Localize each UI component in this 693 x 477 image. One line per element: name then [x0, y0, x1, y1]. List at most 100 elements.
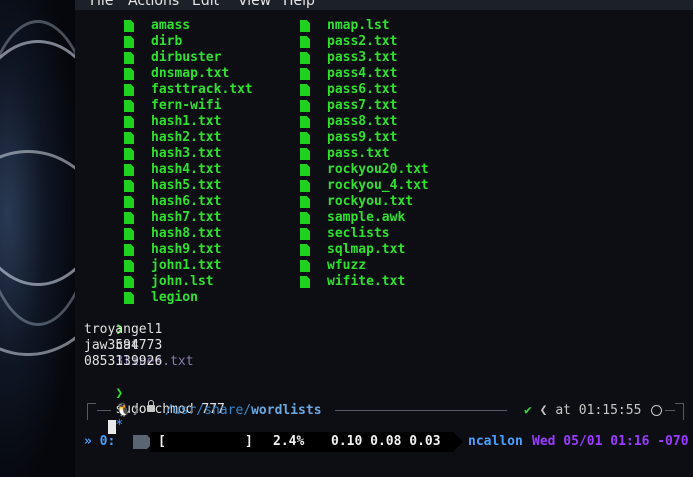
tux-icon: 🐧 — [115, 403, 132, 418]
file-icon — [300, 52, 310, 64]
menu-actions[interactable]: Actions — [128, 0, 179, 10]
prompt-rule — [335, 410, 507, 411]
file-name[interactable]: hash8.txt — [151, 226, 221, 242]
file-icon — [300, 100, 310, 112]
menu-view[interactable]: View — [238, 0, 271, 10]
command-line-1: ❯ cat 3lines.txt — [84, 306, 193, 369]
at-label: at — [555, 403, 579, 418]
file-icon — [124, 228, 134, 240]
cpu-bar-close: ] — [245, 434, 253, 449]
cpu-percent: 2.4% — [273, 434, 305, 449]
file-icon — [124, 36, 134, 48]
file-name[interactable]: amass — [151, 18, 190, 34]
file-icon — [300, 20, 310, 32]
output-line: troyangel1 — [84, 322, 163, 337]
datetime: Wed 05/01 01:16 -070 — [532, 434, 689, 449]
file-icon — [300, 228, 310, 240]
username: ncallon — [468, 434, 523, 449]
output-line: 0853139926 — [84, 354, 163, 369]
file-icon — [124, 164, 134, 176]
file-name[interactable]: pass.txt — [327, 146, 390, 162]
file-icon — [124, 100, 134, 112]
file-name[interactable]: dirb — [151, 34, 182, 50]
file-name[interactable]: pass4.txt — [327, 66, 397, 82]
file-icon — [124, 196, 134, 208]
file-icon — [124, 116, 134, 128]
file-icon — [300, 36, 310, 48]
menu-bar: File Actions Edit View Help — [75, 0, 693, 10]
chevron-left-icon: ❮ — [539, 403, 556, 418]
file-name[interactable]: dnsmap.txt — [151, 66, 229, 82]
status-ok-icon: ✔ — [524, 403, 540, 418]
file-icon — [300, 276, 310, 288]
file-name[interactable]: hash6.txt — [151, 194, 221, 210]
cpu-bar-open: [ — [158, 434, 166, 449]
menu-edit[interactable]: Edit — [192, 0, 219, 10]
file-icon — [124, 180, 134, 192]
file-icon — [300, 68, 310, 80]
system-stats: [ ] 2.4% 0.10 0.08 0.03 — [150, 432, 463, 452]
powerline-prompt: 🐧 ❯ /usr/share/wordlists ✔ ❮ at 01:15:55 — [75, 400, 693, 422]
tmux-window-index[interactable]: » 0: — [84, 432, 115, 452]
prompt-frame-right — [675, 403, 684, 420]
file-name[interactable]: legion — [151, 290, 198, 306]
desktop-wallpaper — [0, 0, 75, 477]
file-icon — [124, 212, 134, 224]
file-name[interactable]: sample.awk — [327, 210, 405, 226]
menu-help[interactable]: Help — [283, 0, 315, 10]
prompt-rule — [97, 410, 111, 411]
prompt-time: 01:15:55 — [578, 403, 642, 418]
current-path: /usr/share/wordlists — [165, 400, 322, 422]
prompt-frame-left — [87, 403, 96, 420]
file-name[interactable]: rockyou20.txt — [327, 162, 429, 178]
menu-file[interactable]: File — [90, 0, 113, 10]
prompt-rule — [665, 410, 675, 411]
file-icon — [124, 20, 134, 32]
file-name[interactable]: nmap.lst — [327, 18, 390, 34]
file-icon — [124, 260, 134, 272]
file-name[interactable]: fasttrack.txt — [151, 82, 253, 98]
file-name[interactable]: sqlmap.txt — [327, 242, 405, 258]
file-name[interactable]: pass2.txt — [327, 34, 397, 50]
file-icon — [300, 164, 310, 176]
file-icon — [124, 244, 134, 256]
file-icon — [124, 276, 134, 288]
file-name[interactable]: pass7.txt — [327, 98, 397, 114]
file-icon — [300, 244, 310, 256]
file-name[interactable]: fern-wifi — [151, 98, 221, 114]
file-name[interactable]: pass8.txt — [327, 114, 397, 130]
file-icon — [300, 260, 310, 272]
file-icon — [124, 292, 134, 304]
path-prefix: /usr/share/ — [165, 403, 252, 418]
file-name[interactable]: hash3.txt — [151, 146, 221, 162]
file-name[interactable]: hash1.txt — [151, 114, 221, 130]
command-line-2: ❯ sudo chmod 777 * — [84, 370, 233, 433]
file-name[interactable]: hash4.txt — [151, 162, 221, 178]
file-icon — [300, 196, 310, 208]
file-icon — [300, 180, 310, 192]
file-name[interactable]: wifite.txt — [327, 274, 405, 290]
file-icon — [124, 52, 134, 64]
file-icon — [300, 116, 310, 128]
file-name[interactable]: dirbuster — [151, 50, 221, 66]
file-icon — [124, 132, 134, 144]
output-line: jaw3594773 — [84, 338, 163, 353]
file-name[interactable]: hash5.txt — [151, 178, 221, 194]
file-name[interactable]: john1.txt — [151, 258, 221, 274]
file-name[interactable]: rockyou_4.txt — [327, 178, 429, 194]
file-name[interactable]: pass3.txt — [327, 50, 397, 66]
terminal-window[interactable]: File Actions Edit View Help amass dirb dir… — [75, 0, 693, 477]
file-name[interactable]: john.lst — [151, 274, 214, 290]
file-name[interactable]: seclists — [327, 226, 390, 242]
file-name[interactable]: pass9.txt — [327, 130, 397, 146]
status-chip — [133, 435, 154, 449]
prompt-chevron: ❯ — [115, 386, 131, 401]
file-name[interactable]: hash2.txt — [151, 130, 221, 146]
file-name[interactable]: hash7.txt — [151, 210, 221, 226]
file-name[interactable]: wfuzz — [327, 258, 366, 274]
separator-icon: ❯ — [132, 403, 140, 418]
file-name[interactable]: rockyou.txt — [327, 194, 413, 210]
file-name[interactable]: pass6.txt — [327, 82, 397, 98]
file-name[interactable]: hash9.txt — [151, 242, 221, 258]
file-icon — [124, 148, 134, 160]
